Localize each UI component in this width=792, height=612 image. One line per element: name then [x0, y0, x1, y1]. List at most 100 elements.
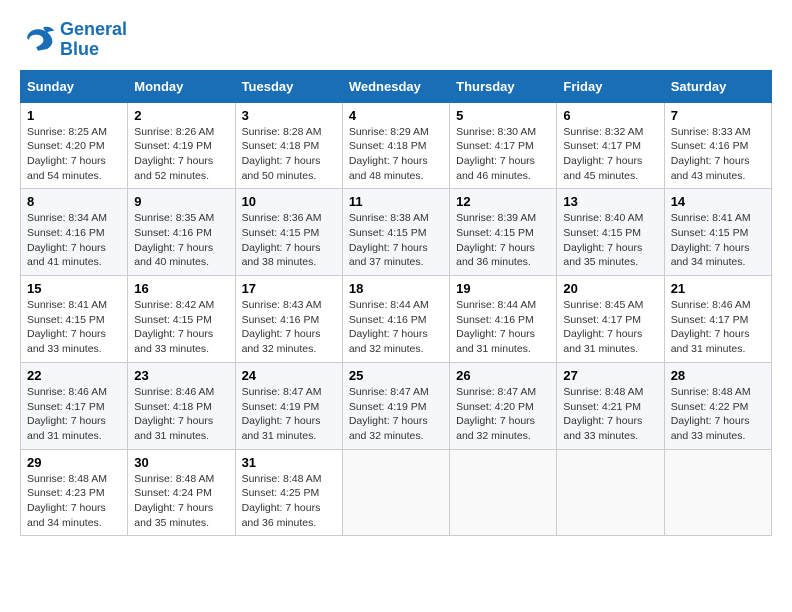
calendar-cell: 25 Sunrise: 8:47 AM Sunset: 4:19 PM Dayli…: [342, 362, 449, 449]
day-number: 16: [134, 281, 228, 296]
day-info: Sunrise: 8:26 AM Sunset: 4:19 PM Dayligh…: [134, 125, 228, 184]
calendar-cell: 30Sunrise: 8:48 AM Sunset: 4:24 PM Dayli…: [128, 449, 235, 536]
calendar-cell: 9 Sunrise: 8:35 AM Sunset: 4:16 PM Daylig…: [128, 189, 235, 276]
day-info: Sunrise: 8:39 AM Sunset: 4:15 PM Dayligh…: [456, 211, 550, 270]
calendar-cell: 6 Sunrise: 8:32 AM Sunset: 4:17 PM Daylig…: [557, 102, 664, 189]
logo: General Blue: [20, 20, 127, 60]
day-info: Sunrise: 8:47 AM Sunset: 4:20 PM Dayligh…: [456, 385, 550, 444]
page-header: General Blue: [20, 20, 772, 60]
day-number: 26: [456, 368, 550, 383]
calendar-cell: 15Sunrise: 8:41 AM Sunset: 4:15 PM Dayli…: [21, 276, 128, 363]
day-info: Sunrise: 8:44 AM Sunset: 4:16 PM Dayligh…: [349, 298, 443, 357]
calendar-cell: [664, 449, 771, 536]
day-info: Sunrise: 8:28 AM Sunset: 4:18 PM Dayligh…: [242, 125, 336, 184]
calendar-header-row: SundayMondayTuesdayWednesdayThursdayFrid…: [21, 70, 772, 102]
day-info: Sunrise: 8:38 AM Sunset: 4:15 PM Dayligh…: [349, 211, 443, 270]
day-number: 27: [563, 368, 657, 383]
day-info: Sunrise: 8:34 AM Sunset: 4:16 PM Dayligh…: [27, 211, 121, 270]
day-number: 5: [456, 108, 550, 123]
calendar-week-row: 22Sunrise: 8:46 AM Sunset: 4:17 PM Dayli…: [21, 362, 772, 449]
calendar-cell: 2 Sunrise: 8:26 AM Sunset: 4:19 PM Daylig…: [128, 102, 235, 189]
calendar-cell: 16 Sunrise: 8:42 AM Sunset: 4:15 PM Dayli…: [128, 276, 235, 363]
day-number: 31: [242, 455, 336, 470]
day-number: 2: [134, 108, 228, 123]
calendar-cell: 29 Sunrise: 8:48 AM Sunset: 4:23 PM Dayli…: [21, 449, 128, 536]
calendar-cell: 1 Sunrise: 8:25 AM Sunset: 4:20 PM Daylig…: [21, 102, 128, 189]
calendar-table: SundayMondayTuesdayWednesdayThursdayFrid…: [20, 70, 772, 537]
day-number: 9: [134, 194, 228, 209]
day-info: Sunrise: 8:32 AM Sunset: 4:17 PM Dayligh…: [563, 125, 657, 184]
calendar-cell: 27 Sunrise: 8:48 AM Sunset: 4:21 PM Dayli…: [557, 362, 664, 449]
day-info: Sunrise: 8:48 AM Sunset: 4:22 PM Dayligh…: [671, 385, 765, 444]
day-number: 21: [671, 281, 765, 296]
day-number: 7: [671, 108, 765, 123]
calendar-day-header: Sunday: [21, 70, 128, 102]
calendar-cell: 10Sunrise: 8:36 AM Sunset: 4:15 PM Dayli…: [235, 189, 342, 276]
calendar-cell: 12 Sunrise: 8:39 AM Sunset: 4:15 PM Dayli…: [450, 189, 557, 276]
calendar-cell: 7 Sunrise: 8:33 AM Sunset: 4:16 PM Daylig…: [664, 102, 771, 189]
calendar-day-header: Wednesday: [342, 70, 449, 102]
day-info: Sunrise: 8:48 AM Sunset: 4:23 PM Dayligh…: [27, 472, 121, 531]
calendar-day-header: Friday: [557, 70, 664, 102]
calendar-week-row: 1 Sunrise: 8:25 AM Sunset: 4:20 PM Daylig…: [21, 102, 772, 189]
calendar-week-row: 29 Sunrise: 8:48 AM Sunset: 4:23 PM Dayli…: [21, 449, 772, 536]
day-number: 11: [349, 194, 443, 209]
day-info: Sunrise: 8:45 AM Sunset: 4:17 PM Dayligh…: [563, 298, 657, 357]
calendar-cell: 5 Sunrise: 8:30 AM Sunset: 4:17 PM Daylig…: [450, 102, 557, 189]
day-number: 28: [671, 368, 765, 383]
calendar-week-row: 15Sunrise: 8:41 AM Sunset: 4:15 PM Dayli…: [21, 276, 772, 363]
day-number: 6: [563, 108, 657, 123]
calendar-cell: 20 Sunrise: 8:45 AM Sunset: 4:17 PM Dayli…: [557, 276, 664, 363]
calendar-cell: 31 Sunrise: 8:48 AM Sunset: 4:25 PM Dayli…: [235, 449, 342, 536]
day-number: 20: [563, 281, 657, 296]
day-info: Sunrise: 8:48 AM Sunset: 4:24 PM Dayligh…: [134, 472, 228, 531]
day-info: Sunrise: 8:30 AM Sunset: 4:17 PM Dayligh…: [456, 125, 550, 184]
calendar-cell: 19 Sunrise: 8:44 AM Sunset: 4:16 PM Dayli…: [450, 276, 557, 363]
day-info: Sunrise: 8:25 AM Sunset: 4:20 PM Dayligh…: [27, 125, 121, 184]
day-number: 18: [349, 281, 443, 296]
calendar-cell: 24 Sunrise: 8:47 AM Sunset: 4:19 PM Dayli…: [235, 362, 342, 449]
calendar-day-header: Tuesday: [235, 70, 342, 102]
calendar-cell: 26 Sunrise: 8:47 AM Sunset: 4:20 PM Dayli…: [450, 362, 557, 449]
day-info: Sunrise: 8:47 AM Sunset: 4:19 PM Dayligh…: [242, 385, 336, 444]
calendar-cell: 11 Sunrise: 8:38 AM Sunset: 4:15 PM Dayli…: [342, 189, 449, 276]
day-info: Sunrise: 8:47 AM Sunset: 4:19 PM Dayligh…: [349, 385, 443, 444]
calendar-cell: 23Sunrise: 8:46 AM Sunset: 4:18 PM Dayli…: [128, 362, 235, 449]
day-number: 24: [242, 368, 336, 383]
day-info: Sunrise: 8:42 AM Sunset: 4:15 PM Dayligh…: [134, 298, 228, 357]
calendar-day-header: Thursday: [450, 70, 557, 102]
day-info: Sunrise: 8:46 AM Sunset: 4:17 PM Dayligh…: [27, 385, 121, 444]
calendar-cell: 18 Sunrise: 8:44 AM Sunset: 4:16 PM Dayli…: [342, 276, 449, 363]
calendar-cell: 3Sunrise: 8:28 AM Sunset: 4:18 PM Daylig…: [235, 102, 342, 189]
logo-text: General Blue: [60, 20, 127, 60]
day-info: Sunrise: 8:43 AM Sunset: 4:16 PM Dayligh…: [242, 298, 336, 357]
calendar-day-header: Saturday: [664, 70, 771, 102]
day-info: Sunrise: 8:48 AM Sunset: 4:21 PM Dayligh…: [563, 385, 657, 444]
day-number: 4: [349, 108, 443, 123]
day-info: Sunrise: 8:36 AM Sunset: 4:15 PM Dayligh…: [242, 211, 336, 270]
calendar-cell: 8 Sunrise: 8:34 AM Sunset: 4:16 PM Daylig…: [21, 189, 128, 276]
calendar-cell: 17 Sunrise: 8:43 AM Sunset: 4:16 PM Dayli…: [235, 276, 342, 363]
logo-icon: [20, 22, 56, 58]
day-number: 8: [27, 194, 121, 209]
day-info: Sunrise: 8:48 AM Sunset: 4:25 PM Dayligh…: [242, 472, 336, 531]
day-number: 1: [27, 108, 121, 123]
day-number: 13: [563, 194, 657, 209]
day-number: 14: [671, 194, 765, 209]
day-number: 12: [456, 194, 550, 209]
day-info: Sunrise: 8:33 AM Sunset: 4:16 PM Dayligh…: [671, 125, 765, 184]
calendar-cell: 14 Sunrise: 8:41 AM Sunset: 4:15 PM Dayli…: [664, 189, 771, 276]
day-number: 15: [27, 281, 121, 296]
day-number: 17: [242, 281, 336, 296]
day-number: 23: [134, 368, 228, 383]
day-info: Sunrise: 8:35 AM Sunset: 4:16 PM Dayligh…: [134, 211, 228, 270]
calendar-cell: 21Sunrise: 8:46 AM Sunset: 4:17 PM Dayli…: [664, 276, 771, 363]
calendar-cell: [342, 449, 449, 536]
calendar-week-row: 8 Sunrise: 8:34 AM Sunset: 4:16 PM Daylig…: [21, 189, 772, 276]
calendar-day-header: Monday: [128, 70, 235, 102]
day-number: 19: [456, 281, 550, 296]
day-number: 25: [349, 368, 443, 383]
day-number: 29: [27, 455, 121, 470]
day-info: Sunrise: 8:44 AM Sunset: 4:16 PM Dayligh…: [456, 298, 550, 357]
day-info: Sunrise: 8:41 AM Sunset: 4:15 PM Dayligh…: [671, 211, 765, 270]
